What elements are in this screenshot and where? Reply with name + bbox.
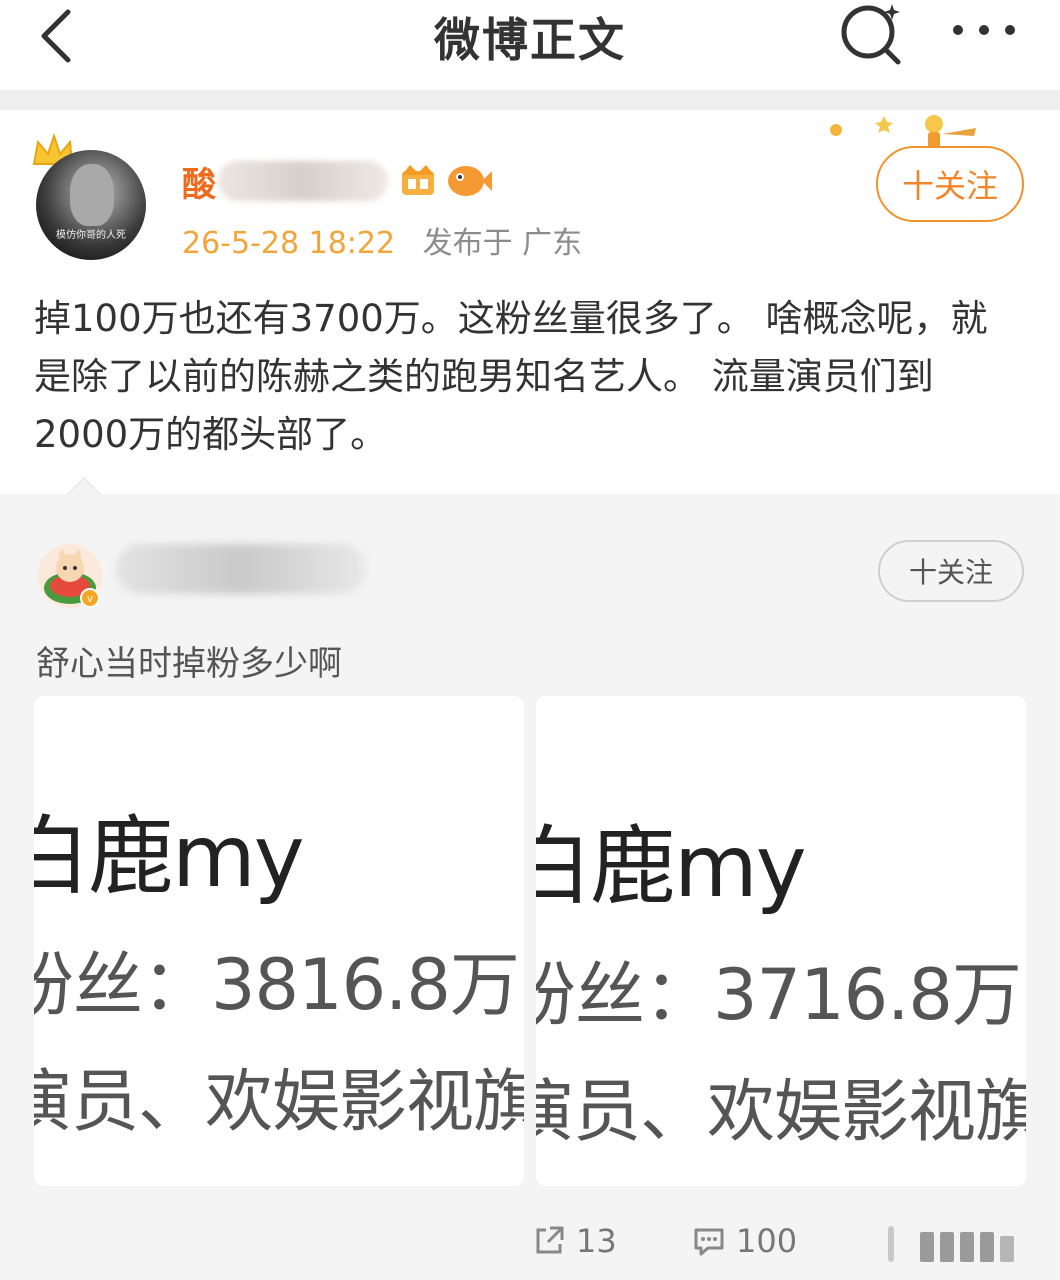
post-card: 模仿你哥的人死 酸 26-5-28 18:22 发布于 广东 十关注 掉100万… <box>0 110 1060 494</box>
avatar-photo: 模仿你哥的人死 <box>36 150 146 260</box>
avatar-caption: 模仿你哥的人死 <box>56 230 126 241</box>
svg-text:v: v <box>87 593 93 605</box>
post-body-text: 掉100万也还有3700万。这粉丝量很多了。 啥概念呢，就是除了以前的陈赫之类的… <box>34 297 988 456</box>
member-badge-icon <box>402 165 434 195</box>
repost-action-bar: 13 100 <box>0 1212 1060 1280</box>
repost-image-1[interactable]: 白鹿my 粉丝：3816.8万 演员、欢娱影视旗 <box>34 696 524 1186</box>
comment-button[interactable]: 100 <box>692 1222 797 1260</box>
repost-username-blurred[interactable] <box>116 544 366 594</box>
fish-badge-icon <box>448 166 492 196</box>
section-divider <box>0 90 1060 110</box>
comment-icon <box>694 1228 724 1256</box>
image-profile-desc: 演员、欢娱影视旗 <box>536 1073 1026 1152</box>
comment-count: 100 <box>736 1222 798 1260</box>
username-row[interactable]: 酸 <box>182 156 492 206</box>
username[interactable]: 酸 <box>182 157 216 206</box>
image-profile-name: 白鹿my <box>536 817 807 917</box>
more-icon[interactable] <box>944 4 1024 54</box>
top-nav-bar: 微博正文 <box>0 0 1060 90</box>
repost-follow-button[interactable]: 十关注 <box>878 540 1024 602</box>
repost-image-2[interactable]: 白鹿my 粉丝：3716.8万 演员、欢娱影视旗 <box>536 696 1026 1186</box>
image-profile-name: 白鹿my <box>34 807 305 907</box>
post-location: 发布于 广东 <box>422 226 583 261</box>
post-timestamp: 26-5-28 18:22 <box>182 226 396 261</box>
like-button[interactable] <box>882 1222 1042 1266</box>
repost-author-avatar[interactable]: v <box>36 542 104 610</box>
post-meta: 26-5-28 18:22 发布于 广东 <box>182 218 582 262</box>
image-profile-desc: 演员、欢娱影视旗 <box>34 1063 524 1142</box>
avatar-face <box>70 164 114 226</box>
share-count: 13 <box>576 1222 617 1260</box>
repost-card[interactable]: v 十关注 舒心当时掉粉多少啊 白鹿my 粉丝：3816.8万 演员、欢娱影视旗… <box>0 477 1060 1280</box>
like-icon <box>888 1226 1014 1262</box>
image-fans-count: 粉丝：3716.8万 <box>536 954 1022 1036</box>
repost-text: 舒心当时掉粉多少啊 <box>36 644 342 684</box>
author-avatar[interactable]: 模仿你哥的人死 <box>30 130 150 260</box>
search-icon[interactable] <box>836 0 906 66</box>
follow-button[interactable]: 十关注 <box>876 146 1024 222</box>
username-blurred <box>218 161 388 201</box>
share-button[interactable]: 13 <box>532 1222 617 1260</box>
image-fans-count: 粉丝：3816.8万 <box>34 944 520 1026</box>
share-icon <box>536 1226 564 1254</box>
